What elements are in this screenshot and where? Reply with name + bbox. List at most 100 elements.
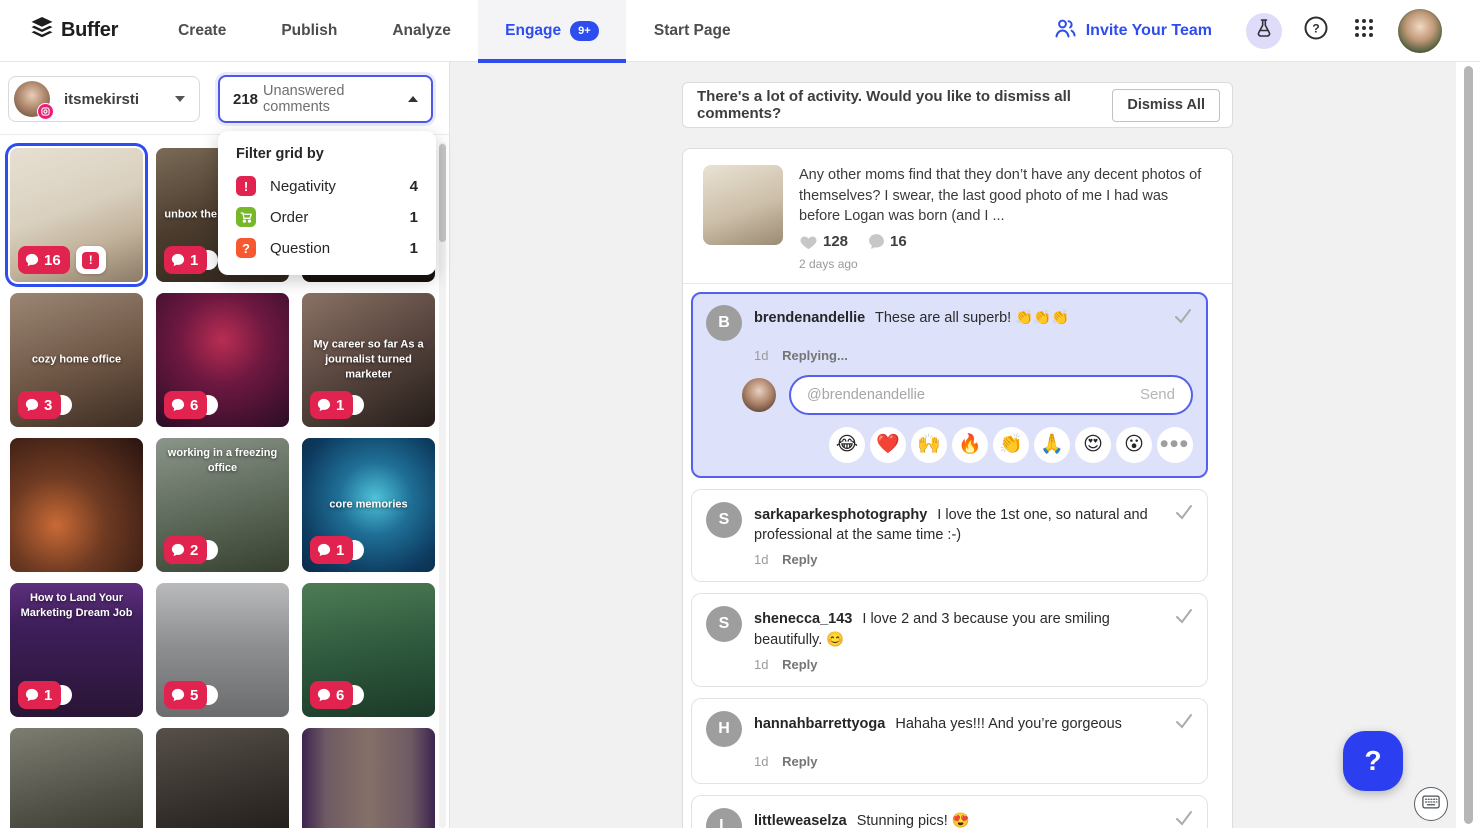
post-timestamp: 2 days ago [799, 257, 1212, 271]
emoji-reaction-button[interactable]: ❤️ [870, 427, 906, 463]
flask-icon [1254, 18, 1274, 43]
comment-card[interactable]: H hannahbarrettyoga Hahaha yes!!! And yo… [691, 698, 1208, 784]
emoji-reaction-button[interactable]: 😍 [1075, 427, 1111, 463]
comment-text: Stunning pics! 😍 [857, 813, 970, 828]
post-thumbnail[interactable]: Lily Ray ! [156, 728, 289, 828]
comment-count-badge: 5 ! [164, 681, 207, 709]
chat-bubble-icon [25, 688, 39, 702]
help-fab[interactable]: ? [1343, 731, 1403, 791]
commenter-username[interactable]: sarkaparkesphotography [754, 507, 927, 523]
post-thumbnail[interactable]: How to Land Your Marketing Dream Job 1 ! [10, 583, 143, 717]
reply-button[interactable]: Reply [782, 657, 817, 672]
emoji-reaction-button[interactable]: 🙏 [1034, 427, 1070, 463]
filter-menu-item[interactable]: ? Question 1 [236, 238, 418, 258]
post-preview[interactable]: Any other moms find that they don’t have… [683, 149, 1232, 283]
comments-stat: 16 [868, 233, 907, 250]
emoji-reaction-button[interactable]: 🙌 [911, 427, 947, 463]
commenter-avatar: B [706, 305, 742, 341]
likes-count: 128 [823, 233, 848, 250]
dismiss-check-icon[interactable] [1174, 308, 1192, 329]
nav-item-engage-active[interactable]: Engage 9+ [478, 0, 626, 62]
dismiss-check-icon[interactable] [1175, 713, 1193, 734]
badge-count: 6 [336, 687, 344, 704]
badge-count: 5 [190, 687, 198, 704]
engage-sidebar: itsmekirsti 218 Unanswered comments [0, 62, 450, 828]
post-thumbnail[interactable]: 6 ! [302, 583, 435, 717]
keyboard-shortcuts-button[interactable] [1414, 787, 1448, 821]
unanswered-comments-dropdown[interactable]: 218 Unanswered comments [218, 75, 433, 123]
post-thumbnail[interactable]: ! [10, 438, 143, 572]
comment-count-badge: 16 ! [18, 246, 106, 274]
filter-count: 4 [410, 178, 418, 195]
comment-card[interactable]: S sarkaparkesphotography I love the 1st … [691, 489, 1208, 583]
nav-item-publish[interactable]: Publish [281, 22, 337, 40]
user-avatar[interactable] [1398, 9, 1442, 53]
post-thumbnail[interactable]: 16 ! [10, 148, 143, 282]
brand-name: Buffer [61, 19, 118, 42]
comment-card-selected[interactable]: B brendenandellie These are all superb! … [691, 292, 1208, 478]
commenter-username[interactable]: littleweaselza [754, 813, 847, 828]
nav-item-start-page[interactable]: Start Page [654, 22, 731, 40]
engage-label: Engage [505, 22, 561, 40]
commenter-username[interactable]: brendenandellie [754, 310, 865, 326]
emoji-reaction-button[interactable]: 😂 [829, 427, 865, 463]
post-thumbnail[interactable]: 5 ! [156, 583, 289, 717]
top-nav: Buffer Create Publish Analyze Engage 9+ … [0, 0, 1480, 62]
post-thumbnail[interactable]: 6 ! [156, 293, 289, 427]
invite-your-team-button[interactable]: Invite Your Team [1053, 17, 1212, 44]
commenter-username[interactable]: hannahbarrettyoga [754, 716, 885, 732]
buffer-logo[interactable]: Buffer [30, 16, 118, 45]
chat-bubble-icon [317, 398, 331, 412]
filter-menu-item[interactable]: Order 1 [236, 207, 418, 227]
post-thumbnail[interactable]: My career so far As a journalist turned … [302, 293, 435, 427]
comment-card[interactable]: S shenecca_143 I love 2 and 3 because yo… [691, 593, 1208, 687]
post-comments-card: Any other moms find that they don’t have… [682, 148, 1233, 828]
commenter-username[interactable]: shenecca_143 [754, 611, 852, 627]
post-thumbnail[interactable]: Samantha Zabell ! [302, 728, 435, 828]
post-thumbnail[interactable]: working in a freezing office 2 ! [156, 438, 289, 572]
sidebar-scrollbar-thumb[interactable] [439, 144, 446, 242]
account-selector[interactable]: itsmekirsti [8, 76, 200, 122]
post-image [703, 165, 783, 245]
post-thumbnail[interactable]: core memories 1 ! [302, 438, 435, 572]
emoji-reaction-button[interactable]: 🔥 [952, 427, 988, 463]
filter-label: Order [270, 209, 410, 226]
chat-bubble-icon [171, 253, 185, 267]
comment-count-badge: 1 ! [164, 246, 207, 274]
dismiss-all-button[interactable]: Dismiss All [1112, 89, 1220, 122]
dismiss-check-icon[interactable] [1175, 810, 1193, 828]
thumbnail-caption: My career so far As a journalist turned … [308, 338, 429, 383]
post-thumbnail[interactable]: a 30-day ! [10, 728, 143, 828]
filter-label: Question [270, 240, 410, 257]
thumbnail-caption: cozy home office [16, 353, 137, 368]
people-icon [1053, 17, 1077, 44]
comment-count-badge: 3 ! [18, 391, 61, 419]
dismiss-check-icon[interactable] [1175, 504, 1193, 525]
reply-button[interactable]: Reply [782, 754, 817, 769]
beta-features-button[interactable] [1246, 13, 1282, 49]
comments-list: B brendenandellie These are all superb! … [683, 284, 1232, 828]
nav-item-create[interactable]: Create [178, 22, 226, 40]
sidebar-scrollbar[interactable] [439, 142, 446, 828]
page-scrollbar[interactable] [1456, 62, 1480, 828]
reply-input[interactable] [807, 387, 1140, 403]
comment-card[interactable]: L littleweaselza Stunning pics! 😍 [691, 795, 1208, 828]
comments-count: 16 [890, 233, 907, 250]
more-emojis-button[interactable]: ●●● [1157, 427, 1193, 463]
comment-text: These are all superb! 👏👏👏 [875, 310, 1069, 326]
filter-menu-item[interactable]: ! Negativity 4 [236, 176, 418, 196]
reply-button[interactable]: Reply [782, 552, 817, 567]
banner-text: There's a lot of activity. Would you lik… [697, 88, 1112, 122]
help-button[interactable]: ? [1298, 13, 1334, 49]
emoji-reaction-button[interactable]: 👏 [993, 427, 1029, 463]
post-thumbnail[interactable]: cozy home office 3 ! [10, 293, 143, 427]
emoji-reaction-button[interactable]: 😮 [1116, 427, 1152, 463]
dismiss-check-icon[interactable] [1175, 608, 1193, 629]
apps-grid-button[interactable] [1346, 13, 1382, 49]
page-scrollbar-thumb[interactable] [1464, 66, 1473, 824]
send-button[interactable]: Send [1140, 386, 1175, 403]
nav-item-analyze[interactable]: Analyze [392, 22, 451, 40]
invite-label: Invite Your Team [1086, 22, 1212, 40]
filter-count: 1 [410, 240, 418, 257]
emoji-quick-reply-row: 😂 ❤️ 🙌 🔥 👏 🙏 😍 [706, 427, 1193, 463]
